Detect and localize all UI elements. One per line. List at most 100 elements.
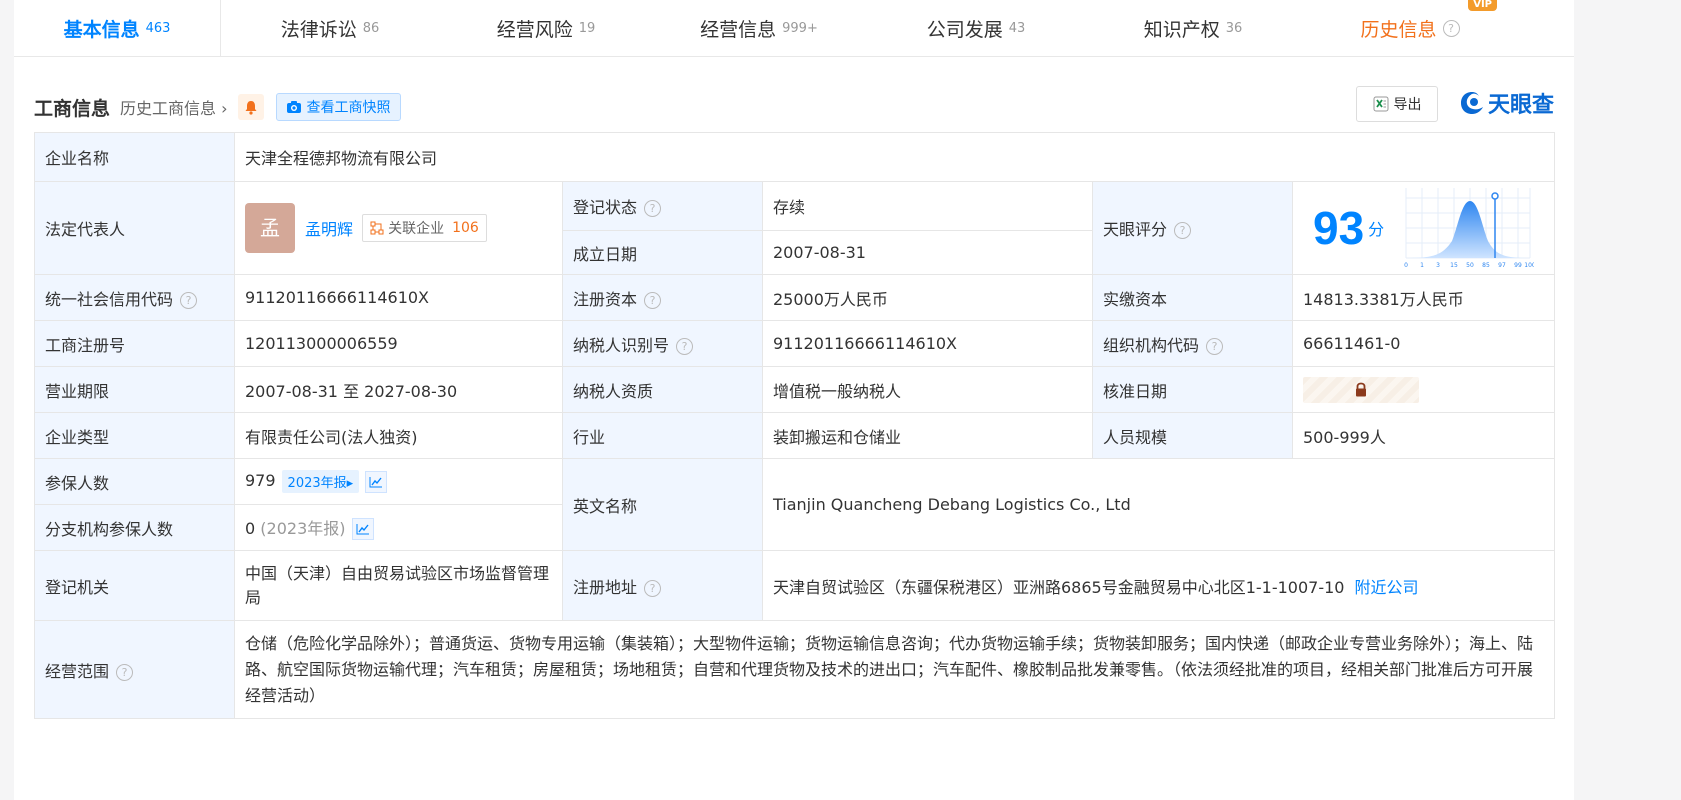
english-name-label: 英文名称 <box>562 458 763 551</box>
biz-term-label: 营业期限 <box>34 366 235 413</box>
help-icon[interactable]: ? <box>644 200 662 217</box>
table-row: 营业期限 2007-08-31 至 2027-08-30 纳税人资质 增值税一般… <box>34 366 1556 413</box>
company-name-label: 企业名称 <box>34 132 235 182</box>
table-row: 企业名称 天津全程德邦物流有限公司 <box>34 132 1556 182</box>
legal-rep-cell: 孟孟明辉 关联企业 106 <box>234 181 563 275</box>
reg-authority-label: 登记机关 <box>34 550 235 621</box>
reg-capital-label: 注册资本 <box>573 289 638 309</box>
reg-address-label: 注册地址 <box>573 577 638 597</box>
score-tick-label: 15 <box>1450 262 1458 269</box>
biz-term-value: 2007-08-31 至 2027-08-30 <box>234 366 563 413</box>
help-icon[interactable]: ? <box>644 579 662 597</box>
scope-value: 仓储（危险化学品除外）；普通货运、货物专用运输（集装箱）；大型物件运输；货物运输… <box>233 620 1556 719</box>
scope-label: 经营范围 <box>45 661 110 681</box>
legal-rep-label: 法定代表人 <box>34 181 235 275</box>
bell-icon[interactable] <box>237 94 264 120</box>
network-icon <box>370 221 384 235</box>
score-cell[interactable]: 93 分 0 1 3 15 50 85 97 99 100 <box>1291 181 1556 275</box>
tab-count: 36 <box>1225 20 1243 36</box>
trend-chart-icon[interactable] <box>365 470 388 493</box>
score-label-cell: 天眼评分? <box>1092 181 1293 275</box>
table-row: 统一社会信用代码? 91120116666114610X 注册资本? 25000… <box>34 274 1556 321</box>
tab-label: 基本信息 <box>63 18 140 41</box>
score-tick-label: 50 <box>1466 262 1474 269</box>
score-tick-label: 99 <box>1514 262 1522 269</box>
bell-curve-area <box>1406 201 1531 258</box>
tab-label: 经营信息 <box>700 18 777 41</box>
industry-value: 装卸搬运和仓储业 <box>762 412 1093 459</box>
vip-locked-value[interactable] <box>1303 376 1419 403</box>
found-date-label: 成立日期 <box>562 230 763 275</box>
table-row: 法定代表人 孟孟明辉 关联企业 106 登记状态? 存续 天眼评分? 93 分 <box>34 181 1556 275</box>
score-marker-dot <box>1491 192 1499 200</box>
main-panel: 基本信息 463 法律诉讼 86 经营风险 19 经营信息 999+ 公司发展 43 知识… <box>14 0 1574 800</box>
branch-insured-label: 分支机构参保人数 <box>34 504 235 551</box>
paid-capital-label: 实缴资本 <box>1092 274 1293 321</box>
tax-qual-value: 增值税一般纳税人 <box>762 366 1093 413</box>
eye-logo-icon <box>1460 92 1483 114</box>
english-name-value: Tianjin Quancheng Debang Logistics Co., … <box>761 458 1556 551</box>
tab-label: 历史信息 <box>1360 18 1437 41</box>
approve-date-cell <box>1291 366 1556 413</box>
tab-count: 999+ <box>782 20 818 36</box>
branch-insured-cell: 0 (2023年报) <box>234 504 563 551</box>
help-icon[interactable]: ? <box>1174 222 1192 239</box>
table-row: 登记机关 中国（天津）自由贸易试验区市场监督管理局 注册地址? 天津自贸试验区（… <box>34 550 1556 621</box>
tab-bar: 基本信息 463 法律诉讼 86 经营风险 19 经营信息 999+ 公司发展 43 知识… <box>14 0 1574 57</box>
company-name-value: 天津全程德邦物流有限公司 <box>233 132 1556 182</box>
credit-code-label: 统一社会信用代码 <box>45 289 174 309</box>
tab-ip[interactable]: 知识产权 36 <box>1087 0 1299 56</box>
export-label: 导出 <box>1393 97 1422 113</box>
help-icon[interactable]: ? <box>116 663 134 681</box>
trend-chart-icon[interactable] <box>351 518 374 541</box>
tab-count: 86 <box>362 20 380 36</box>
camera-icon <box>286 101 301 113</box>
reg-address-label-cell: 注册地址? <box>562 550 763 621</box>
table-row: 工商注册号 120113000006559 纳税人识别号? 9112011666… <box>34 320 1556 367</box>
help-icon[interactable]: ? <box>1206 337 1224 355</box>
tab-label: 公司发展 <box>926 18 1003 41</box>
table-row: 参保人数 979 2023年报▸ 英文名称 Tianjin Quancheng D… <box>34 458 1556 551</box>
snapshot-button[interactable]: 查看工商快照 <box>275 93 401 121</box>
history-link[interactable]: 历史工商信息 › <box>120 95 228 119</box>
help-icon[interactable]: ? <box>180 291 198 309</box>
score-tick-label: 3 <box>1436 262 1440 269</box>
reg-capital-label-cell: 注册资本? <box>562 274 763 321</box>
credit-code-value: 91120116666114610X <box>234 274 563 321</box>
scope-label-cell: 经营范围? <box>34 620 235 719</box>
help-icon[interactable]: ? <box>676 337 694 355</box>
tab-legal[interactable]: 法律诉讼 86 <box>221 0 439 56</box>
industry-label: 行业 <box>562 412 763 459</box>
insured-cell: 979 2023年报▸ <box>234 458 563 505</box>
tab-development[interactable]: 公司发展 43 <box>865 0 1087 56</box>
tab-count: 43 <box>1008 20 1026 36</box>
company-type-value: 有限责任公司(法人独资) <box>234 412 563 459</box>
avatar[interactable]: 孟 <box>245 203 295 253</box>
help-icon[interactable]: ? <box>1442 19 1460 37</box>
tab-history[interactable]: 历史信息? VIP <box>1299 0 1521 56</box>
export-button[interactable]: 导出 <box>1356 86 1438 122</box>
related-count: 106 <box>452 220 479 236</box>
vip-badge: VIP <box>1468 0 1497 11</box>
tab-count: 19 <box>578 20 596 36</box>
branch-insured-value: 0 <box>245 518 256 538</box>
biz-reg-no-value: 120113000006559 <box>234 320 563 367</box>
table-row: 经营范围? 仓储（危险化学品除外）；普通货运、货物专用运输（集装箱）；大型物件运… <box>34 620 1556 719</box>
staff-size-value: 500-999人 <box>1291 412 1556 459</box>
insured-year-tag[interactable]: 2023年报▸ <box>281 470 360 493</box>
tab-label: 法律诉讼 <box>280 18 357 41</box>
score-value: 93 <box>1313 202 1365 254</box>
credit-code-label-cell: 统一社会信用代码? <box>34 274 235 321</box>
company-type-label: 企业类型 <box>34 412 235 459</box>
legal-rep-link[interactable]: 孟明辉 <box>305 220 353 239</box>
help-icon[interactable]: ? <box>644 291 662 309</box>
tab-basic-info[interactable]: 基本信息 463 <box>14 0 221 56</box>
related-companies-tag[interactable]: 关联企业 106 <box>362 214 487 242</box>
reg-status-label-cell: 登记状态? <box>562 181 763 231</box>
tab-risk[interactable]: 经营风险 19 <box>439 0 653 56</box>
reg-status-value: 存续 <box>762 181 1093 231</box>
insured-label: 参保人数 <box>34 458 235 505</box>
tab-operation[interactable]: 经营信息 999+ <box>653 0 865 56</box>
nearby-companies-link[interactable]: 附近公司 <box>1354 578 1418 597</box>
branch-insured-year: (2023年报) <box>260 518 346 538</box>
